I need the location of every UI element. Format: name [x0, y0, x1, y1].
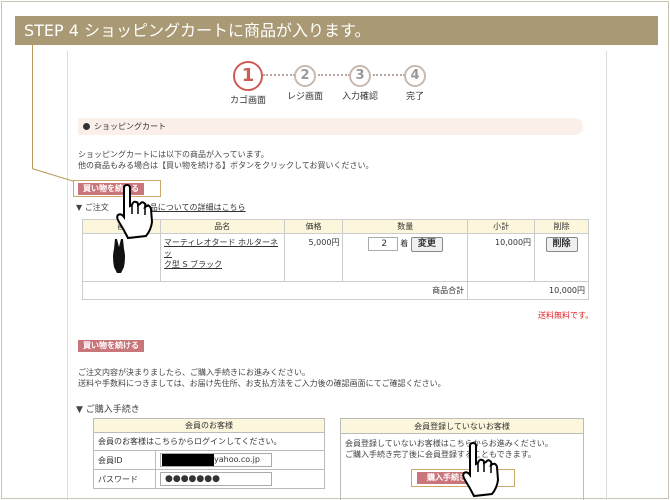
table-row: 商品合計 10,000円: [81, 281, 589, 300]
table-row: マーティレオタード ホルターネッ ク型 S ブラック 5,000円 2 着 変更…: [82, 233, 589, 282]
order-details-row: ▼ ご注文 商品についての詳細はこちら: [76, 202, 246, 213]
update-quantity-button[interactable]: 変更: [410, 237, 443, 252]
member-header: 会員のお客様: [93, 418, 325, 433]
intro-line-2: 他の商品もみる場合は【買い物を続ける】ボタンをクリックしてお買いください。: [78, 161, 374, 170]
free-shipping-note: 送料無料です。: [538, 311, 594, 320]
product-name-line-2: ク型 S ブラック: [163, 260, 223, 269]
step-3-label: 入力確認: [341, 92, 378, 102]
subtotal-cell: 10,000円: [467, 233, 536, 282]
redacted-block: [162, 454, 214, 466]
quantity-input[interactable]: 2: [367, 237, 398, 251]
product-name-line-1: マーティレオタード ホルターネッ: [163, 238, 278, 258]
order-details-prefix: ▼ ご注文: [76, 203, 109, 212]
delete-cell: 削除: [534, 233, 589, 282]
delete-button[interactable]: 削除: [545, 237, 578, 252]
product-thumbnail-cell: [82, 233, 161, 282]
step-2-number: 2: [294, 65, 316, 87]
step-4: 4 完了: [385, 65, 445, 102]
bullet-icon: [83, 123, 90, 130]
hand-cursor-icon: [116, 184, 154, 240]
step-2-label: レジ画面: [286, 92, 323, 102]
cart-page: 1 カゴ画面 2 レジ画面 3 入力確認 4 完了 ショッピングカート ショッピ: [67, 51, 607, 500]
nonmember-line-2: ご購入手続き完了後に会員登録することもできます。: [345, 450, 536, 459]
cart-table-header: 画 品名 価格 数量 小計 削除: [82, 219, 589, 234]
instructions-line-1: ご注文内容が決まりましたら、ご購入手続きにお進みください。: [78, 368, 310, 377]
product-name-cell: マーティレオタード ホルターネッ ク型 S ブラック: [159, 233, 285, 282]
cart-section-title: ショッピングカート: [94, 122, 166, 131]
step-1-label: カゴ画面: [229, 96, 266, 106]
instructions-line-2: 送料や手数料につきましては、お届け先住所、お支払方法をご入力後の確認画面にてご確…: [78, 379, 446, 388]
col-name: 品名: [159, 219, 285, 234]
member-note: 会員のお客様はこちらからログインしてください。: [93, 432, 325, 451]
intro-line-1: ショッピングカートには以下の商品が入っています。: [78, 150, 269, 159]
cart-section-bar: ショッピングカート: [78, 118, 583, 135]
qty-unit: 着: [400, 239, 409, 248]
member-id-label: 会員ID: [93, 450, 156, 470]
hand-cursor-icon: [462, 442, 500, 498]
step-header: STEP 4 ショッピングカートに商品が入ります。: [15, 16, 658, 45]
callout-line: [32, 45, 33, 169]
password-label: パスワード: [93, 469, 156, 489]
progress-steps: 1 カゴ画面 2 レジ画面 3 入力確認 4 完了: [218, 61, 448, 111]
member-id-input[interactable]: yahoo.co.jp: [160, 453, 272, 467]
total-label-cell: 商品合計: [81, 281, 469, 300]
step-3: 3 入力確認: [330, 65, 390, 102]
product-name-link[interactable]: マーティレオタード ホルターネッ ク型 S ブラック: [164, 238, 278, 269]
col-price: 価格: [283, 219, 344, 234]
step-3-number: 3: [349, 65, 371, 87]
continue-shopping-button-2[interactable]: 買い物を続ける: [78, 340, 144, 352]
purchase-section-title: ▼ ご購入手続き: [76, 405, 140, 415]
password-cell: ●●●●●●●: [155, 469, 325, 489]
qty-cell: 2 着 変更: [342, 233, 469, 282]
total-value-cell: 10,000円: [467, 281, 589, 300]
screenshot-frame: STEP 4 ショッピングカートに商品が入ります。 1 カゴ画面 2 レジ画面 …: [1, 1, 669, 500]
price-cell: 5,000円: [283, 233, 344, 282]
step-1: 1 カゴ画面: [218, 61, 278, 106]
col-subtotal: 小計: [467, 219, 536, 234]
col-delete: 削除: [534, 219, 589, 234]
step-1-number: 1: [233, 61, 263, 91]
password-input[interactable]: ●●●●●●●: [160, 472, 272, 486]
col-qty: 数量: [342, 219, 469, 234]
member-login-table: 会員のお客様 会員のお客様はこちらからログインしてください。 会員ID yaho…: [93, 418, 325, 489]
step-4-label: 完了: [405, 92, 424, 102]
member-id-cell: yahoo.co.jp: [155, 450, 325, 470]
leotard-image: [113, 239, 125, 273]
member-id-value: yahoo.co.jp: [214, 455, 260, 464]
step-4-number: 4: [404, 65, 426, 87]
nonmember-header: 会員登録していないお客様: [341, 419, 583, 434]
step-2: 2 レジ画面: [275, 65, 335, 102]
nonmember-line-1: 会員登録していないお客様はこちらからお進みください。: [345, 439, 553, 448]
cart-table: 画 品名 価格 数量 小計 削除 マーティレオタード ホルターネッ ク型 S ブ…: [81, 219, 589, 300]
